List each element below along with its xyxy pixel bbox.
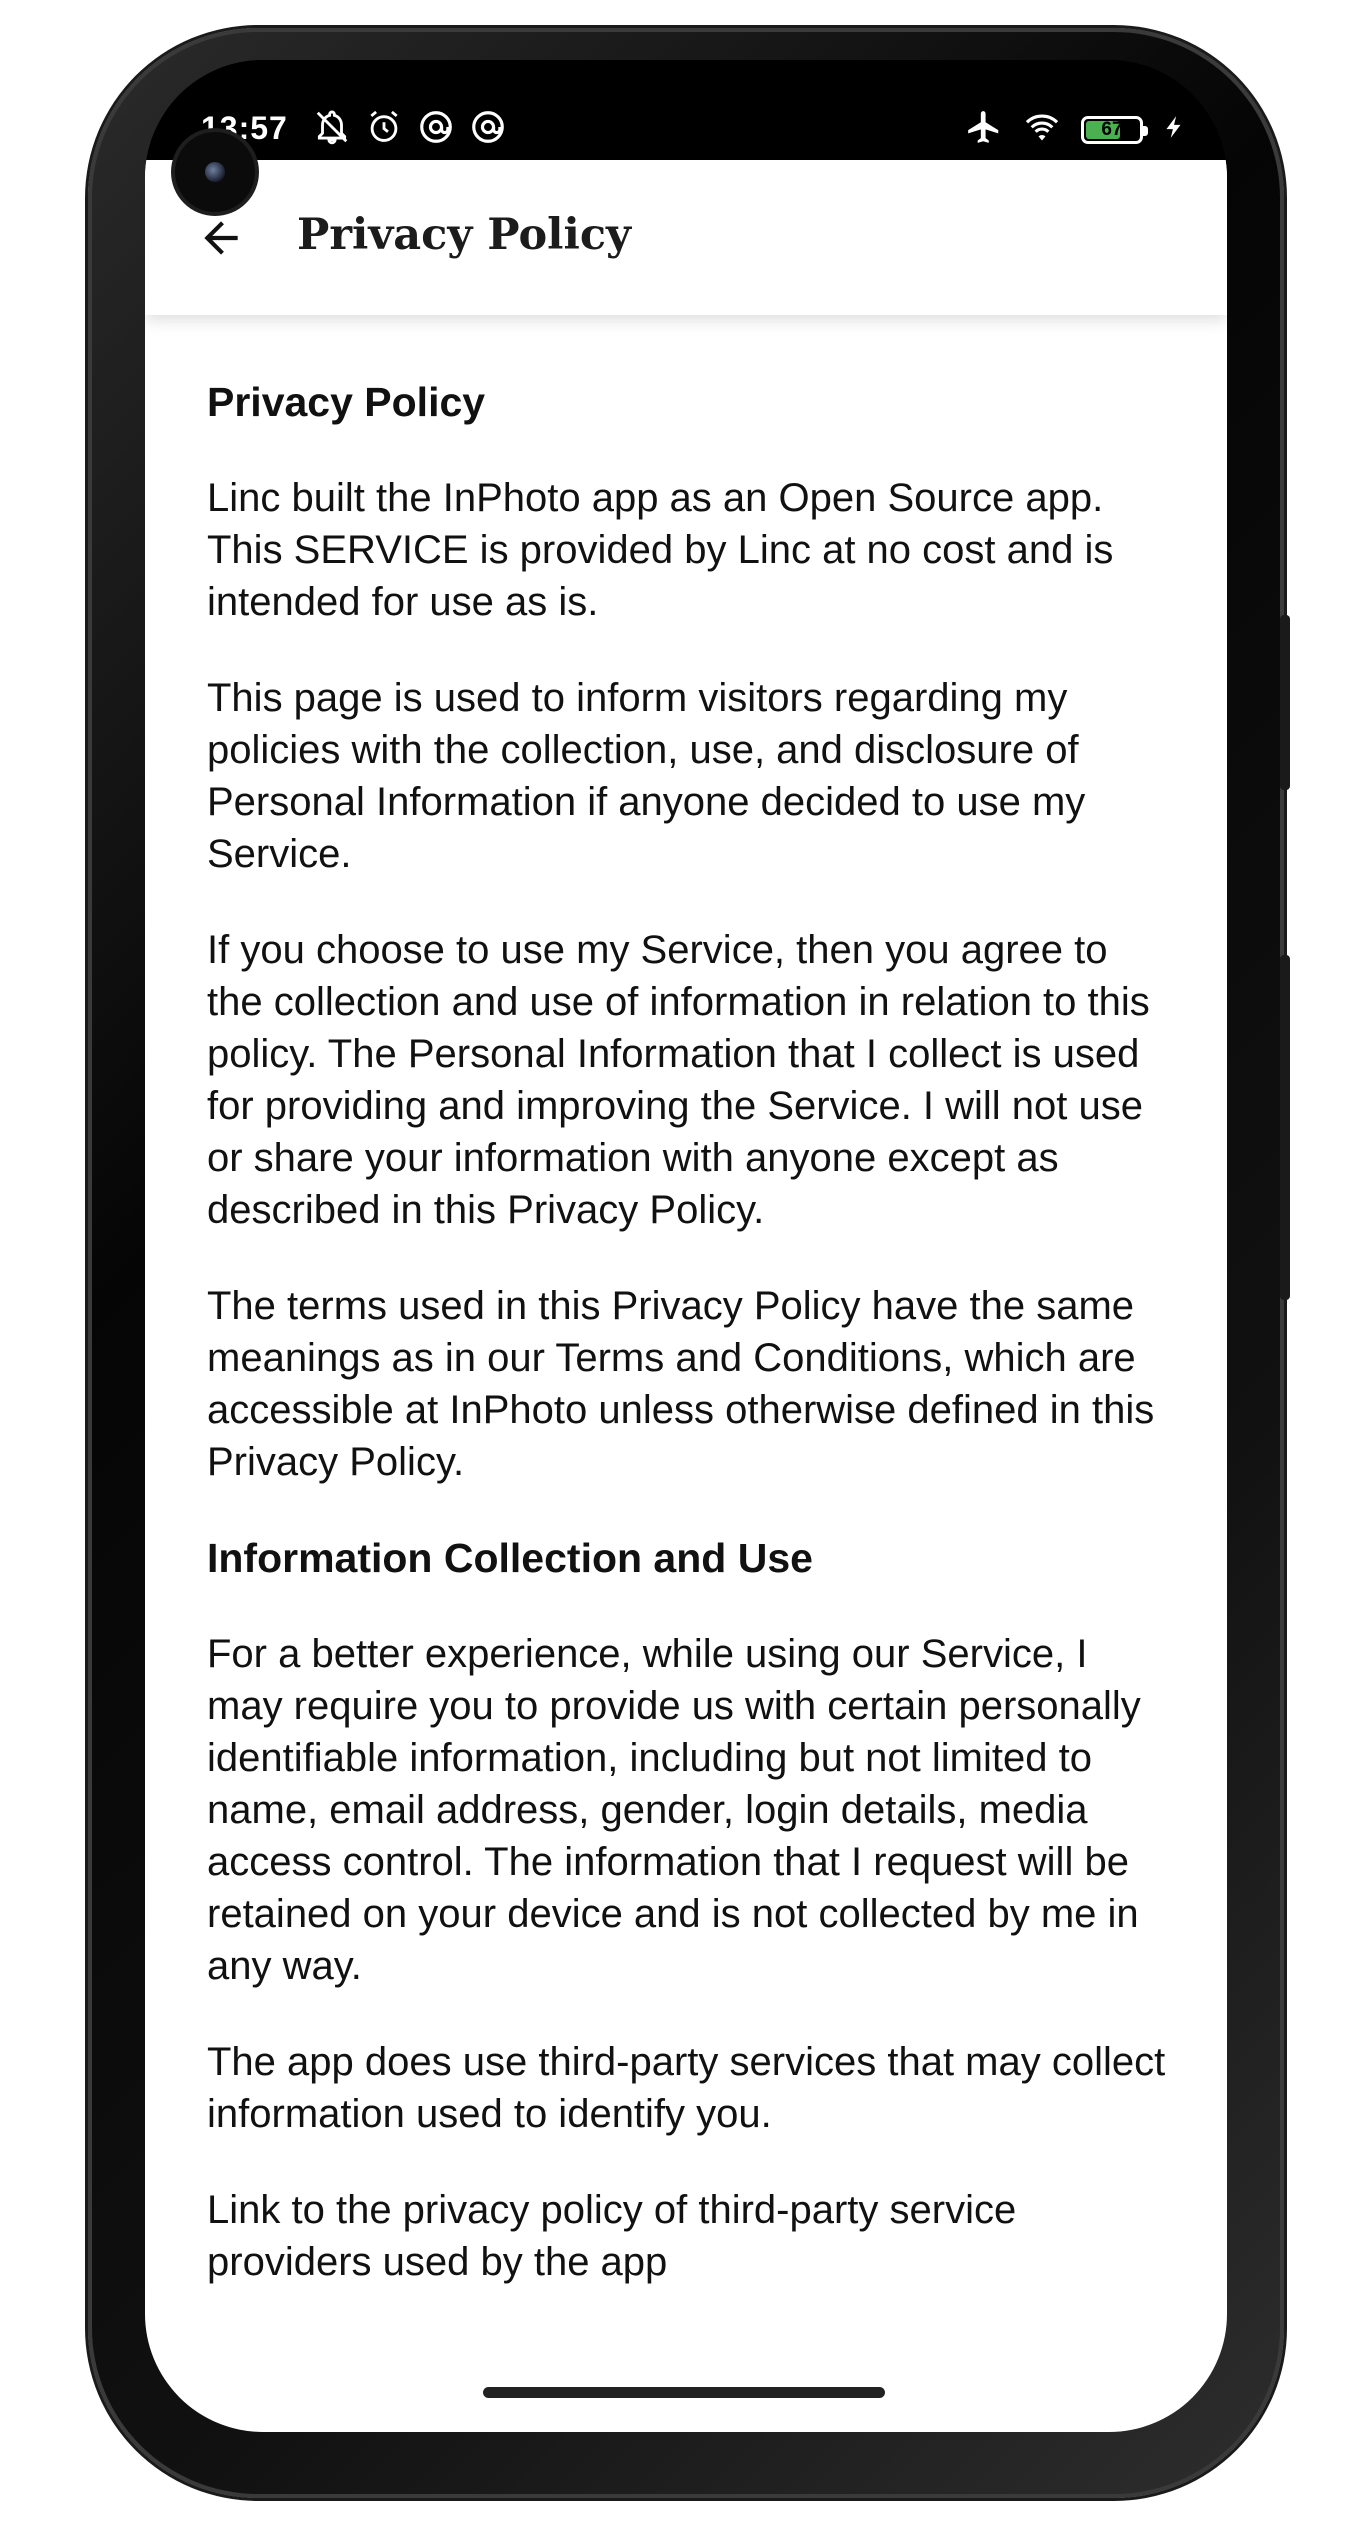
battery-icon: 67 <box>1081 115 1148 144</box>
phone-screen: 13:57 67 Privacy Policy Privacy Policy L… <box>145 60 1227 2432</box>
home-indicator[interactable] <box>483 2387 885 2398</box>
policy-heading: Privacy Policy <box>207 379 486 425</box>
policy-paragraph: This page is used to inform visitors reg… <box>207 676 1086 876</box>
policy-content: Privacy Policy Linc built the InPhoto ap… <box>207 376 1167 2332</box>
policy-paragraph: For a better experience, while using our… <box>207 1632 1141 1988</box>
at-sign-icon <box>417 108 455 151</box>
airplane-mode-icon <box>965 108 1003 151</box>
front-camera <box>175 132 255 212</box>
policy-paragraph: Link to the privacy policy of third-part… <box>207 2188 1017 2284</box>
status-system-icons: 67 <box>965 108 1187 151</box>
charging-bolt-icon <box>1161 108 1187 151</box>
policy-paragraph: The app does use third-party services th… <box>207 2040 1166 2136</box>
alarm-icon <box>365 108 403 151</box>
policy-paragraph: Linc built the InPhoto app as an Open So… <box>207 476 1114 624</box>
at-sign-icon <box>469 108 507 151</box>
volume-button <box>1280 615 1290 790</box>
section-heading: Information Collection and Use <box>207 1535 813 1581</box>
status-bar: 13:57 67 <box>145 60 1227 160</box>
arrow-back-icon <box>204 221 238 255</box>
status-notification-icons <box>313 108 507 151</box>
battery-tip <box>1143 125 1148 136</box>
policy-paragraph: If you choose to use my Service, then yo… <box>207 928 1150 1232</box>
page-title: Privacy Policy <box>297 210 632 260</box>
app-bar: Privacy Policy <box>145 160 1227 315</box>
privacy-policy-screen: Privacy Policy Privacy Policy Linc built… <box>145 160 1227 2432</box>
stage: 13:57 67 Privacy Policy Privacy Policy L… <box>0 0 1370 2534</box>
wifi-icon <box>1021 108 1063 151</box>
battery-level-text: 67 <box>1101 118 1123 140</box>
policy-paragraph: The terms used in this Privacy Policy ha… <box>207 1284 1155 1484</box>
notifications-off-icon <box>313 108 351 151</box>
power-button <box>1280 955 1290 1300</box>
